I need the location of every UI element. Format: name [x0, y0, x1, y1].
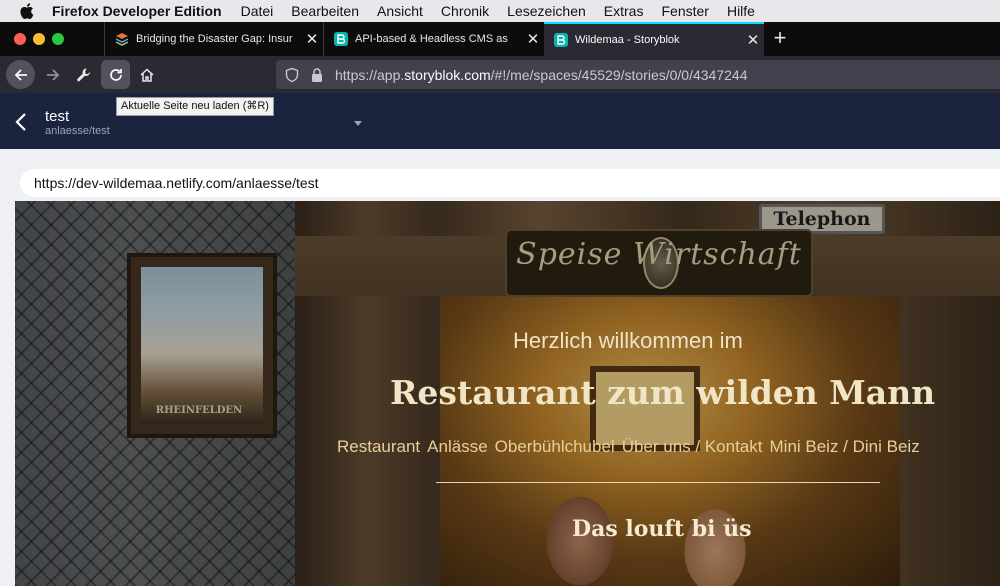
chevron-down-icon[interactable] [354, 121, 362, 126]
arrow-right-icon [46, 68, 59, 81]
wrench-icon [76, 68, 90, 81]
forward-button[interactable] [38, 60, 67, 89]
site-nav-ueber-uns-kontakt[interactable]: Über uns / Kontakt [622, 437, 763, 457]
story-title[interactable]: test [45, 108, 69, 125]
tab-title: API-based & Headless CMS as [355, 33, 508, 45]
apple-logo-icon[interactable] [20, 3, 34, 19]
tab-bridging-disaster-gap[interactable]: Bridging the Disaster Gap: Insur ✕ [104, 22, 323, 56]
home-icon [139, 67, 154, 82]
tagline-heading: Das louft bi üs [572, 516, 752, 542]
home-button[interactable] [132, 60, 161, 89]
site-navigation: Restaurant Anlässe Oberbühlchubel Über u… [337, 437, 920, 457]
url-path: /#!/me/spaces/45529/stories/0/0/4347244 [490, 66, 748, 83]
close-window-button[interactable] [14, 33, 26, 45]
minimize-window-button[interactable] [33, 33, 45, 45]
preview-url-field[interactable]: https://dev-wildemaa.netlify.com/anlaess… [20, 169, 1000, 197]
tab-wildemaa-storyblok[interactable]: Wildemaa - Storyblok ✕ [544, 22, 764, 56]
address-bar[interactable]: https://app.storyblok.com/#!/me/spaces/4… [276, 60, 1000, 89]
site-nav-restaurant[interactable]: Restaurant [337, 437, 420, 457]
menu-hilfe[interactable]: Hilfe [727, 3, 755, 19]
welcome-text: Herzlich willkommen im [513, 328, 743, 353]
story-slug: anlaesse/test [45, 125, 110, 137]
tab-strip: Bridging the Disaster Gap: Insur ✕ API-b… [0, 22, 1000, 56]
storyblok-favicon-icon [334, 32, 348, 46]
menu-bearbeiten[interactable]: Bearbeiten [291, 3, 359, 19]
close-tab-icon[interactable]: ✕ [742, 31, 764, 49]
menu-extras[interactable]: Extras [604, 3, 644, 19]
reload-button[interactable] [101, 60, 130, 89]
url-prefix: https://app. [335, 66, 405, 83]
layers-favicon-icon [115, 33, 129, 46]
back-button[interactable] [6, 60, 35, 89]
url-host: storyblok.com [404, 66, 491, 83]
site-nav-anlaesse[interactable]: Anlässe [427, 437, 487, 457]
tab-title: Bridging the Disaster Gap: Insur [136, 33, 293, 45]
lock-icon[interactable] [309, 67, 325, 83]
app-menu[interactable]: Firefox Developer Edition [52, 3, 222, 19]
close-tab-icon[interactable]: ✕ [301, 30, 323, 48]
address-url: https://app.storyblok.com/#!/me/spaces/4… [335, 67, 747, 83]
menu-datei[interactable]: Datei [241, 3, 274, 19]
reload-tooltip: Aktuelle Seite neu laden (⌘R) [116, 97, 274, 116]
zoom-window-button[interactable] [52, 33, 64, 45]
close-tab-icon[interactable]: ✕ [522, 30, 544, 48]
chevron-left-icon[interactable] [14, 113, 28, 131]
storyblok-favicon-icon [554, 33, 568, 47]
site-nav-oberbuehlchubel[interactable]: Oberbühlchubel [495, 437, 615, 457]
navigation-toolbar: https://app.storyblok.com/#!/me/spaces/4… [0, 56, 1000, 93]
menu-chronik[interactable]: Chronik [441, 3, 489, 19]
reload-icon [109, 68, 122, 81]
tab-api-headless-cms[interactable]: API-based & Headless CMS as ✕ [323, 22, 544, 56]
tab-title: Wildemaa - Storyblok [575, 34, 680, 46]
menu-lesezeichen[interactable]: Lesezeichen [507, 3, 586, 19]
developer-tools-button[interactable] [69, 60, 98, 89]
site-nav-mini-beiz[interactable]: Mini Beiz / Dini Beiz [770, 437, 920, 457]
menu-fenster[interactable]: Fenster [661, 3, 708, 19]
macos-menubar: Firefox Developer Edition Datei Bearbeit… [0, 0, 1000, 22]
tracking-protection-shield-icon[interactable] [284, 67, 300, 83]
arrow-left-icon [14, 68, 27, 81]
menu-ansicht[interactable]: Ansicht [377, 3, 423, 19]
new-tab-button[interactable]: + [770, 22, 790, 56]
hero-divider [436, 482, 880, 483]
restaurant-name-heading: Restaurant zum wilden Mann [390, 373, 936, 412]
